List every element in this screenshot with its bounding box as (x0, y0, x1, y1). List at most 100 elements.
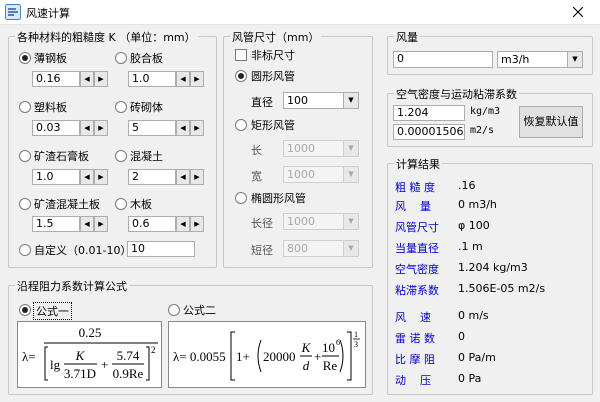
duct-size-group: 风管尺寸（mm） 非标尺寸 圆形风管 直径 100 ▼ 矩形风管 长 1000 … (223, 29, 373, 268)
label-brick: 砖砌体 (130, 101, 163, 114)
result-value-reynolds: 0 (458, 330, 465, 343)
spinner-brick[interactable]: 5 ◀ ▶ (128, 120, 204, 136)
spin-left-icon[interactable]: ◀ (176, 216, 190, 232)
spinner-slag-concrete[interactable]: 1.5 ◀ ▶ (32, 216, 108, 232)
spin-left-icon[interactable]: ◀ (80, 71, 94, 87)
dropdown-arrow-icon[interactable]: ▼ (343, 93, 358, 108)
label-rect-duct: 矩形风管 (251, 119, 295, 132)
spinner-concrete[interactable]: 2 ◀ ▶ (128, 169, 204, 185)
short-diameter-select[interactable]: 800 ▼ (283, 240, 359, 257)
viscosity-unit: m2/s (470, 125, 495, 136)
label-slag-concrete: 矿渣混凝土板 (34, 198, 100, 211)
radio-concrete[interactable] (115, 150, 127, 162)
radio-slag-concrete[interactable] (19, 198, 31, 210)
spin-left-icon[interactable]: ◀ (176, 120, 190, 136)
nonstandard-checkbox[interactable] (235, 49, 247, 61)
spin-right-icon[interactable]: ▶ (190, 71, 204, 87)
radio-brick[interactable] (115, 101, 127, 113)
f2-Re: Re (323, 358, 338, 373)
label-short-diameter: 短径 (251, 244, 273, 257)
width-select[interactable]: 1000 ▼ (283, 166, 359, 183)
dropdown-arrow-icon[interactable]: ▼ (343, 141, 358, 156)
value-plastic-sheet[interactable]: 0.03 (32, 120, 80, 136)
spinner-steel-sheet[interactable]: 0.16 ◀ ▶ (32, 71, 108, 87)
spin-left-icon[interactable]: ◀ (176, 169, 190, 185)
length-select[interactable]: 1000 ▼ (283, 140, 359, 157)
radio-steel-sheet[interactable] (19, 52, 31, 64)
label-formula-2: 公式二 (183, 304, 216, 317)
radio-formula-2[interactable] (168, 304, 180, 316)
spin-left-icon[interactable]: ◀ (80, 169, 94, 185)
spinner-slag-gypsum[interactable]: 1.0 ◀ ▶ (32, 169, 108, 185)
radio-rect-duct[interactable] (235, 119, 247, 131)
spin-right-icon[interactable]: ▶ (190, 169, 204, 185)
short-diameter-value: 800 (287, 242, 308, 255)
spin-right-icon[interactable]: ▶ (94, 169, 108, 185)
diameter-select[interactable]: 100 ▼ (283, 92, 359, 109)
f1-K: K (75, 348, 86, 363)
dropdown-arrow-icon[interactable]: ▼ (343, 241, 358, 256)
f2-exp6: 6 (336, 338, 340, 347)
results-group: 计算结果 粗 糙 度 .16 风 量 0 m3/h 风管尺寸 φ 100 当量直… (387, 156, 593, 395)
nonstandard-label: 非标尺寸 (251, 49, 295, 62)
radio-wood-board[interactable] (115, 198, 127, 210)
radio-slag-gypsum[interactable] (19, 150, 31, 162)
value-plywood[interactable]: 1.0 (128, 71, 176, 87)
radio-custom[interactable] (19, 244, 31, 256)
dropdown-arrow-icon[interactable]: ▼ (343, 214, 358, 229)
result-value-equivalent-diameter: .1 m (458, 240, 483, 253)
spinner-plastic-sheet[interactable]: 0.03 ◀ ▶ (32, 120, 108, 136)
result-label-air-density: 空气密度 (395, 263, 439, 276)
result-value-duct-size: φ 100 (458, 219, 490, 232)
radio-plastic-sheet[interactable] (19, 101, 31, 113)
custom-roughness-input[interactable]: 10 (127, 241, 195, 257)
spinner-wood-board[interactable]: 0.6 ◀ ▶ (128, 216, 204, 232)
long-diameter-select[interactable]: 1000 ▼ (283, 213, 359, 230)
radio-round-duct[interactable] (235, 70, 247, 82)
value-brick[interactable]: 5 (128, 120, 176, 136)
spin-right-icon[interactable]: ▶ (190, 120, 204, 136)
f2-root-denominator: 3 (354, 340, 358, 349)
value-concrete[interactable]: 2 (128, 169, 176, 185)
result-label-reynolds: 雷 诺 数 (395, 332, 435, 345)
radio-oval-duct[interactable] (235, 192, 247, 204)
value-slag-concrete[interactable]: 1.5 (32, 216, 80, 232)
radio-plywood[interactable] (115, 52, 127, 64)
formula-2-box[interactable]: λ= 0.0055 1+ 20000 K d + 10 6 Re 1 3 (168, 321, 366, 388)
f2-K: K (301, 340, 312, 355)
spin-right-icon[interactable]: ▶ (190, 216, 204, 232)
dropdown-arrow-icon[interactable]: ▼ (567, 52, 582, 67)
label-length: 长 (251, 144, 262, 157)
spin-right-icon[interactable]: ▶ (94, 216, 108, 232)
result-label-dynamic-pressure: 动 压 (395, 374, 431, 387)
f2-one-plus: 1+ (236, 349, 250, 364)
spin-left-icon[interactable]: ◀ (80, 120, 94, 136)
result-label-velocity: 风 速 (395, 311, 431, 324)
spin-left-icon[interactable]: ◀ (176, 71, 190, 87)
value-wood-board[interactable]: 0.6 (128, 216, 176, 232)
reset-defaults-button[interactable]: 恢复默认值 (519, 106, 583, 138)
spin-left-icon[interactable]: ◀ (80, 216, 94, 232)
density-input[interactable]: 1.204 (393, 105, 465, 121)
value-slag-gypsum[interactable]: 1.0 (32, 169, 80, 185)
spin-right-icon[interactable]: ▶ (94, 120, 108, 136)
value-steel-sheet[interactable]: 0.16 (32, 71, 80, 87)
long-diameter-value: 1000 (287, 215, 315, 228)
airflow-unit-select[interactable]: m3/h ▼ (497, 51, 583, 68)
formula-title: 沿程阻力系数计算公式 (15, 278, 129, 294)
width-value: 1000 (287, 168, 315, 181)
label-plastic-sheet: 塑料板 (34, 101, 67, 114)
label-plywood: 胶合板 (130, 52, 163, 65)
spin-right-icon[interactable]: ▶ (94, 71, 108, 87)
airflow-input[interactable]: 0 (393, 51, 493, 68)
label-diameter: 直径 (251, 96, 273, 109)
radio-formula-1[interactable] (19, 304, 31, 316)
formula-1-box[interactable]: λ= 0.25 lg K 3.71D + 5.74 0.9Re 2 (17, 321, 162, 388)
viscosity-input[interactable]: 0.00001506 (393, 124, 465, 140)
roughness-group: 各种材料的粗糙度 K （单位：mm） 薄钢板 0.16 ◀ ▶ 胶合板 1.0 ◀… (8, 29, 217, 268)
close-button[interactable] (556, 0, 600, 24)
f1-numerator: 0.25 (79, 325, 102, 340)
result-label-viscosity: 粘滞系数 (395, 284, 439, 297)
spinner-plywood[interactable]: 1.0 ◀ ▶ (128, 71, 204, 87)
dropdown-arrow-icon[interactable]: ▼ (343, 167, 358, 182)
